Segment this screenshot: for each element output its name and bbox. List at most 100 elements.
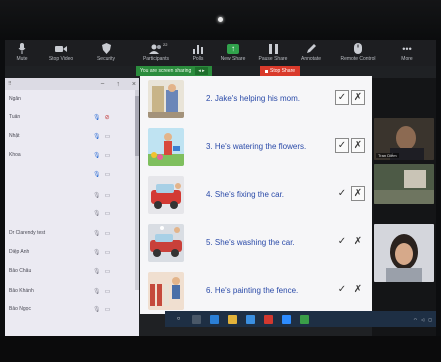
participant-row[interactable]: 🎙 ▭ — [5, 169, 135, 179]
mic-icon[interactable]: 🎙 — [93, 152, 101, 159]
exercise-sentence: 5. She's washing the car. — [206, 238, 295, 247]
video-tile[interactable] — [374, 164, 434, 204]
participants-button[interactable]: 22 Participants — [129, 40, 183, 66]
network-icon[interactable]: ◠ — [414, 317, 418, 322]
cross-mark[interactable]: ✗ — [351, 234, 365, 249]
cross-mark-box[interactable]: ✗ — [351, 138, 365, 153]
check-mark[interactable]: ✓ — [335, 234, 349, 249]
remote-control-button[interactable]: Remote Control — [329, 40, 387, 66]
check-mark[interactable]: ✓ — [335, 186, 349, 201]
participant-row[interactable]: Dr Clarendy test 🎙 ▭ — [5, 228, 135, 238]
mail-icon[interactable] — [246, 314, 255, 324]
stop-video-label: Stop Video — [48, 56, 74, 62]
participant-row[interactable]: Bảo Khánh 🎙 ▭ — [5, 286, 135, 296]
video-camera-icon[interactable]: ▭ — [105, 210, 111, 217]
close-icon[interactable]: × — [132, 81, 136, 88]
mic-icon[interactable]: 🎙 — [93, 249, 101, 256]
check-mark[interactable]: ✓ — [335, 282, 349, 297]
polls-label: Polls — [192, 56, 204, 62]
more-dots-icon: ••• — [402, 43, 412, 54]
participant-row[interactable]: Tuấn 🎙 ⊘ — [5, 112, 135, 122]
mic-icon[interactable]: 🎙 — [93, 306, 101, 313]
check-mark-box[interactable]: ✓ — [335, 90, 349, 105]
mic-icon[interactable]: 🎙 — [93, 268, 101, 275]
volume-icon[interactable]: ◁ — [421, 317, 424, 322]
mic-icon[interactable]: 🎙 — [93, 114, 101, 121]
remote-control-label: Remote Control — [340, 56, 376, 62]
mic-icon[interactable]: 🎙 — [93, 230, 101, 237]
laptop-bezel-bottom — [0, 336, 441, 362]
participant-row[interactable]: Khoa 🎙 ▭ — [5, 150, 135, 160]
video-camera-icon[interactable]: ▭ — [105, 306, 111, 313]
participant-row[interactable]: 🎙 ▭ — [5, 190, 135, 200]
edge-browser-icon[interactable] — [210, 314, 219, 324]
app-red-icon[interactable] — [264, 314, 273, 324]
participants-label: Participants — [142, 56, 170, 62]
notification-icon[interactable]: ▢ — [428, 317, 432, 322]
video-camera-icon[interactable]: ▭ — [105, 171, 111, 178]
panel-grip-icon: ⠿ — [8, 81, 12, 87]
mic-icon[interactable]: 🎙 — [93, 288, 101, 295]
cross-mark[interactable]: ✗ — [351, 282, 365, 297]
stop-share-button[interactable]: Stop Share — [260, 66, 301, 76]
video-camera-icon[interactable]: ▭ — [105, 133, 111, 140]
pause-share-button[interactable]: Pause Share — [253, 40, 293, 66]
video-camera-icon[interactable]: ▭ — [105, 268, 111, 275]
participant-row[interactable]: Diệp Anh 🎙 ▭ — [5, 247, 135, 257]
participant-name: Bảo Khánh — [9, 288, 34, 294]
pause-share-label: Pause Share — [258, 56, 288, 62]
app-green-icon[interactable] — [300, 314, 309, 324]
exercise-row: 4. She's fixing the car. ✓ ✗ — [140, 172, 372, 220]
annotate-button[interactable]: Annotate — [293, 40, 329, 66]
annotate-label: Annotate — [300, 56, 322, 62]
participant-row[interactable]: 🎙 ▭ — [5, 208, 135, 218]
video-camera-icon[interactable]: ▭ — [105, 152, 111, 159]
video-camera-icon[interactable]: ▭ — [105, 249, 111, 256]
video-camera-icon[interactable]: ▭ — [105, 288, 111, 295]
new-share-button[interactable]: ↑ New Share — [213, 40, 253, 66]
zoom-toolbar: Mute Stop Video Security 22 Participants… — [5, 40, 436, 66]
check-mark-box[interactable]: ✓ — [335, 138, 349, 153]
video-tile-name: Tran Diễm — [376, 153, 399, 158]
participant-row[interactable]: Bảo Ngọc 🎙 ▭ — [5, 304, 135, 314]
security-button[interactable]: Security — [83, 40, 129, 66]
video-tile[interactable] — [374, 224, 434, 282]
participants-icon — [149, 42, 163, 55]
mic-icon[interactable]: 🎙 — [93, 210, 101, 217]
laptop-bezel-top — [0, 0, 441, 40]
shared-worksheet: 2. Jake's helping his mom. ✓ ✗ 3. He's w… — [140, 76, 372, 314]
exercise-sentence: 2. Jake's helping his mom. — [206, 94, 301, 103]
video-camera-icon[interactable]: ▭ — [105, 230, 111, 237]
scrollbar-thumb[interactable] — [135, 96, 139, 156]
file-explorer-icon[interactable] — [228, 314, 237, 324]
participant-name: Tuấn — [9, 114, 21, 120]
sharing-options-button[interactable]: ◂ ▸ — [195, 67, 208, 75]
participant-name: Dr Clarendy test — [9, 230, 46, 236]
polls-button[interactable]: Polls — [183, 40, 213, 66]
stop-square-icon — [265, 69, 268, 73]
cross-mark-box[interactable]: ✗ — [351, 90, 365, 105]
stop-video-button[interactable]: Stop Video — [39, 40, 83, 66]
mute-button[interactable]: Mute — [5, 40, 39, 66]
cross-mark-box[interactable]: ✗ — [351, 186, 365, 201]
participant-name: Khoa — [9, 152, 21, 158]
more-button[interactable]: ••• More — [387, 40, 427, 66]
mic-icon[interactable]: 🎙 — [93, 192, 101, 199]
video-tile[interactable]: Tran Diễm — [374, 118, 434, 160]
participant-name: Nhật — [9, 133, 20, 139]
participant-row[interactable]: Bảo Châu 🎙 ▭ — [5, 266, 135, 276]
restore-icon[interactable]: ↑ — [116, 81, 120, 88]
participants-scrollbar[interactable] — [135, 90, 139, 290]
task-view-icon[interactable] — [192, 314, 201, 324]
search-icon[interactable]: ○ — [174, 315, 183, 324]
zoom-app-icon[interactable] — [282, 314, 291, 324]
mic-icon[interactable]: 🎙 — [93, 133, 101, 140]
illustration-fixing-car — [148, 176, 184, 214]
minimize-icon[interactable]: − — [100, 81, 104, 88]
video-off-icon[interactable]: ⊘ — [105, 114, 110, 121]
participant-row[interactable]: Ngân — [5, 94, 135, 104]
illustration-washing-car — [148, 224, 184, 262]
participant-row[interactable]: Nhật 🎙 ▭ — [5, 131, 135, 141]
video-camera-icon[interactable]: ▭ — [105, 192, 111, 199]
mic-icon[interactable]: 🎙 — [93, 171, 101, 178]
